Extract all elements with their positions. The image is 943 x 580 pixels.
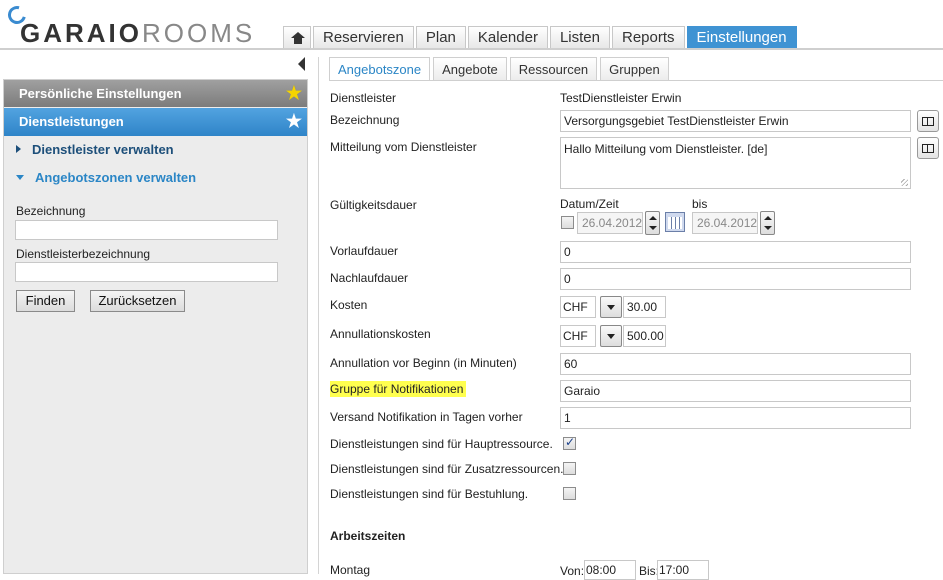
nachlauf-input[interactable]: 0 (560, 268, 911, 290)
arbeitszeiten-heading: Arbeitszeiten (330, 529, 406, 543)
nav-reports[interactable]: Reports (611, 26, 685, 49)
tab-angebotszone[interactable]: Angebotszone (329, 57, 431, 81)
nachlauf-label: Nachlaufdauer (330, 271, 409, 285)
montag-bis-input[interactable]: 17:00 (657, 560, 709, 580)
bis-label: bis (692, 197, 708, 211)
logo-part1: GARAIO (20, 18, 142, 48)
splitter[interactable] (318, 57, 319, 574)
nav-reservieren[interactable]: Reservieren (313, 26, 414, 49)
kosten-label: Kosten (330, 298, 368, 312)
logo-part2: ROOMS (142, 18, 256, 48)
find-button[interactable]: Finden (16, 290, 75, 312)
collapse-sidebar-icon[interactable] (298, 57, 305, 71)
mitteilung-textarea[interactable]: Hallo Mitteilung vom Dienstleister. [de] (560, 137, 911, 189)
book-icon (922, 117, 934, 126)
sidebar: Persönliche Einstellungen ★ Dienstleistu… (3, 79, 308, 574)
search-dienstleister-input[interactable] (15, 262, 278, 282)
bezeichnung-label: Bezeichnung (330, 113, 400, 127)
main-nav: Reservieren Plan Kalender Listen Reports… (283, 26, 799, 49)
kosten-input[interactable]: 30.00 (623, 296, 666, 318)
chevron-down-icon[interactable] (600, 296, 622, 318)
date-to-spinner[interactable] (760, 211, 775, 235)
versand-input[interactable]: 1 (560, 407, 911, 429)
book-icon (922, 144, 934, 153)
montag-label: Montag (330, 563, 371, 577)
home-icon (291, 32, 305, 44)
dienstleister-value: TestDienstleister Erwin (560, 91, 682, 105)
montag-von-input[interactable]: 08:00 (584, 560, 636, 580)
zusatzressourcen-label: Dienstleistungen sind für Zusatzressourc… (330, 462, 564, 476)
star-icon[interactable]: ★ (286, 83, 302, 103)
sidebar-item-angebotszonen[interactable]: Angebotszonen verwalten (4, 164, 307, 192)
mitteilung-text: Hallo Mitteilung vom Dienstleister. [de] (564, 142, 768, 156)
mitteilung-label: Mitteilung vom Dienstleister (330, 140, 477, 154)
header-divider (0, 48, 943, 50)
sidebar-section-personal[interactable]: Persönliche Einstellungen ★ (4, 80, 307, 108)
annullationskosten-input[interactable]: 500.00 (623, 325, 666, 347)
search-bezeichnung-input[interactable] (15, 220, 278, 240)
resize-handle-icon[interactable] (901, 179, 908, 186)
tab-angebote[interactable]: Angebote (433, 57, 507, 80)
hauptressource-checkbox[interactable] (563, 435, 576, 450)
translation-button[interactable] (917, 110, 939, 132)
search-bezeichnung-label: Bezeichnung (16, 204, 86, 218)
versand-label: Versand Notifikation in Tagen vorher (330, 410, 523, 424)
sidebar-section-services[interactable]: Dienstleistungen ★ (4, 108, 307, 136)
gruppe-input[interactable]: Garaio (560, 380, 911, 402)
nav-kalender[interactable]: Kalender (467, 26, 548, 49)
zusatzressourcen-checkbox[interactable] (563, 462, 576, 475)
app-header: GARAIOROOMS Reservieren Plan Kalender Li… (0, 0, 943, 49)
nav-listen[interactable]: Listen (549, 26, 610, 49)
date-from-spinner[interactable] (645, 211, 660, 235)
annullationskosten-currency-select[interactable]: CHF (560, 325, 596, 347)
vorlauf-label: Vorlaufdauer (330, 244, 399, 258)
star-icon[interactable]: ★ (286, 111, 302, 131)
translation-button[interactable] (917, 137, 939, 159)
calendar-icon[interactable] (665, 212, 685, 232)
gruppe-label: Gruppe für Notifikationen (330, 381, 467, 397)
gueltigkeit-label: Gültigkeitsdauer (330, 198, 417, 212)
tab-divider (329, 80, 943, 81)
bestuhlung-label: Dienstleistungen sind für Bestuhlung. (330, 487, 529, 501)
bezeichnung-input[interactable]: Versorgungsgebiet TestDienstleister Erwi… (560, 110, 911, 132)
dienstleister-label: Dienstleister (330, 91, 397, 105)
tab-gruppen[interactable]: Gruppen (600, 57, 669, 80)
montag-von-label: Von: (560, 564, 585, 578)
sidebar-item-dienstleister[interactable]: Dienstleister verwalten (4, 136, 307, 164)
gueltigkeit-checkbox[interactable] (561, 216, 574, 229)
date-to-input[interactable]: 26.04.2012 (692, 212, 758, 234)
search-dienstleister-label: Dienstleisterbezeichnung (16, 247, 151, 261)
sidebar-section-label: Persönliche Einstellungen (19, 86, 182, 101)
content-tabs: Angebotszone Angebote Ressourcen Gruppen (329, 57, 672, 81)
hauptressource-label: Dienstleistungen sind für Hauptressource… (330, 437, 553, 451)
reset-button[interactable]: Zurücksetzen (90, 290, 185, 312)
vorlauf-input[interactable]: 0 (560, 241, 911, 263)
montag-bis-label: Bis: (639, 564, 660, 578)
bestuhlung-checkbox[interactable] (563, 487, 576, 500)
annullation-minuten-input[interactable]: 60 (560, 353, 911, 375)
chevron-right-icon (16, 145, 21, 153)
date-from-input[interactable]: 26.04.2012 (577, 212, 643, 234)
chevron-down-icon[interactable] (600, 325, 622, 347)
annullation-minuten-label: Annullation vor Beginn (in Minuten) (330, 356, 517, 370)
tab-ressourcen[interactable]: Ressourcen (509, 57, 598, 80)
chevron-down-icon (16, 175, 24, 180)
sidebar-item-label: Angebotszonen verwalten (35, 170, 197, 185)
nav-home[interactable] (283, 26, 311, 49)
sidebar-section-label: Dienstleistungen (19, 114, 124, 129)
kosten-currency-select[interactable]: CHF (560, 296, 596, 318)
sidebar-item-label: Dienstleister verwalten (32, 142, 174, 157)
nav-einstellungen[interactable]: Einstellungen (686, 26, 797, 49)
annullationskosten-label: Annullationskosten (330, 327, 431, 341)
nav-plan[interactable]: Plan (415, 26, 466, 49)
datum-zeit-label: Datum/Zeit (560, 197, 619, 211)
